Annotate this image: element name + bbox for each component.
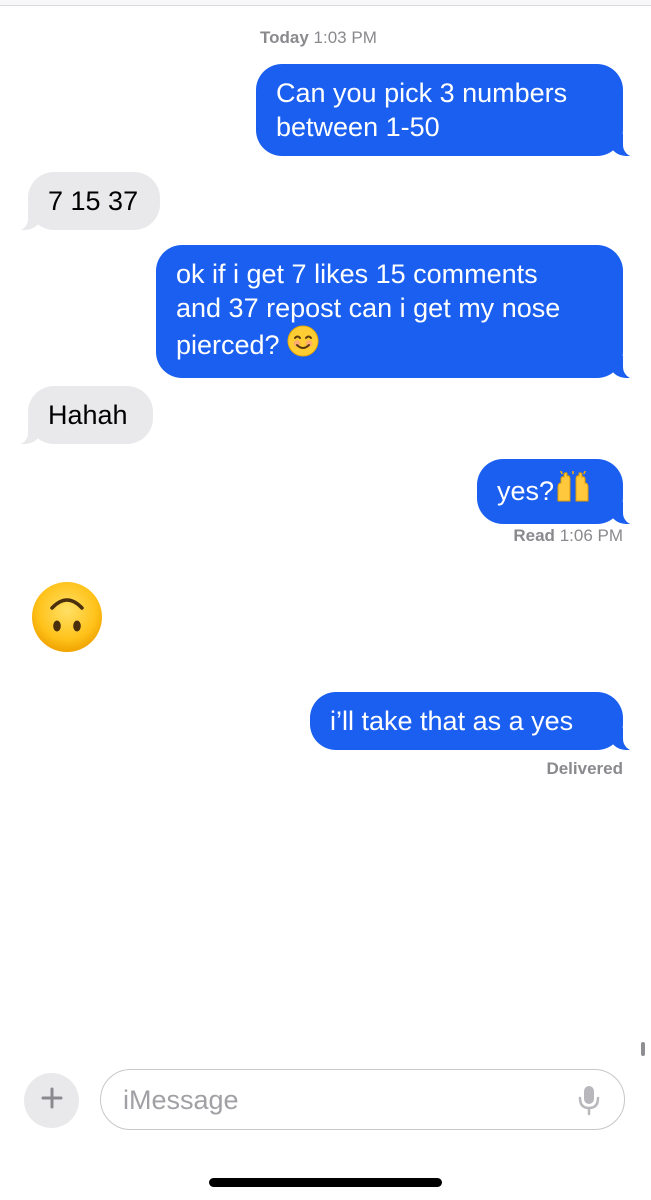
read-receipt: Read 1:06 PM [513,526,623,546]
timestamp-time: 1:03 PM [313,28,377,47]
smiling-face-emoji-icon [287,325,319,366]
message-line: Hahah [48,400,128,430]
messages-screen: Today 1:03 PM Can you pick 3 numbers bet… [0,0,651,1200]
message-line: and 37 repost can i get my nose [176,293,561,323]
read-label: Read [513,526,555,545]
message-line: 7 15 37 [48,186,139,216]
delivered-label: Delivered [546,759,623,778]
message-line: Can you pick 3 numbers [276,78,568,108]
imessage-input[interactable] [123,1082,563,1118]
outgoing-message-bubble[interactable]: i’ll take that as a yes [310,692,649,751]
plus-icon [41,1087,63,1114]
outgoing-message-bubble[interactable]: yes? [477,459,649,525]
message-line: between 1-50 [276,112,440,142]
message-line: ok if i get 7 likes 15 comments [176,259,538,289]
outgoing-message-bubble[interactable]: Can you pick 3 numbers between 1-50 [256,64,649,157]
delivered-status: Delivered [546,759,623,779]
incoming-message-bubble[interactable]: 7 15 37 [2,172,160,231]
message-text: yes? [497,476,555,506]
microphone-icon[interactable] [574,1084,604,1116]
conversation-timestamp: Today 1:03 PM [260,28,377,48]
timestamp-day: Today [260,28,309,47]
message-input-container[interactable] [100,1069,625,1130]
apps-plus-button[interactable] [24,1073,79,1128]
raising-hands-emoji-icon [554,470,592,512]
incoming-message-bubble[interactable]: Hahah [2,386,153,445]
outgoing-message-bubble[interactable]: ok if i get 7 likes 15 comments and 37 r… [156,245,649,379]
read-time: 1:06 PM [559,526,623,545]
upside-down-face-emoji-icon[interactable] [30,580,104,654]
home-indicator[interactable] [209,1178,442,1187]
message-line: pierced? [176,330,280,360]
scroll-indicator[interactable] [641,1042,645,1056]
navigation-bar-edge [0,0,651,6]
message-line: i’ll take that as a yes [330,706,574,736]
